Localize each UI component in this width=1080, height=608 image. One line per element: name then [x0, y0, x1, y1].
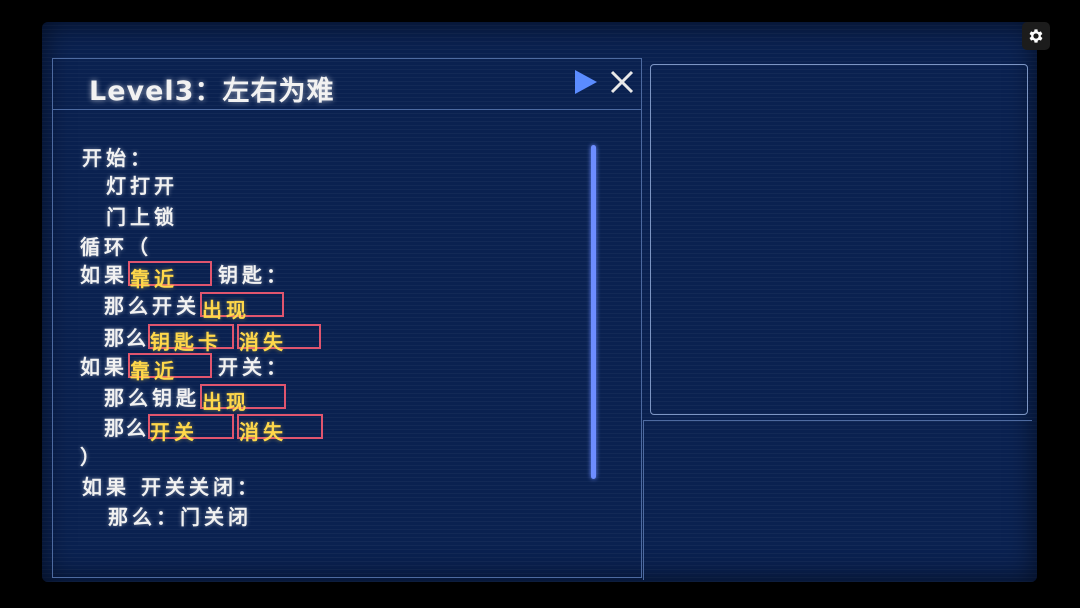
code-line-switch-disappear: 那么 开关 消失 [104, 413, 323, 444]
code-text: ） [80, 444, 104, 469]
code-slot[interactable]: 消失 [237, 323, 321, 354]
code-slot[interactable]: 靠近 [128, 352, 212, 383]
game-preview-panel [650, 64, 1028, 415]
settings-button[interactable] [1022, 22, 1050, 50]
code-scrollbar[interactable] [591, 145, 596, 479]
code-line-loop-open: 循环（ [80, 232, 152, 259]
code-line-light-on: 灯打开 [106, 171, 178, 198]
code-text: 那么 [104, 415, 148, 440]
code-line-if-switch-off: 如果 开关关闭： [82, 472, 261, 499]
code-line-switch-appear: 那么开关 出现 [104, 291, 284, 322]
code-text: 那么开关 [104, 293, 200, 318]
code-slot[interactable]: 钥匙卡 [148, 323, 234, 354]
code-text: 那么：门关闭 [108, 504, 252, 529]
code-line-door-close: 那么：门关闭 [108, 502, 252, 529]
code-line-if-near-key: 如果 靠近 钥匙： [80, 260, 290, 291]
code-slot[interactable]: 消失 [237, 413, 323, 444]
code-text: 那么钥匙 [104, 385, 200, 410]
code-text: 如果 [80, 354, 128, 379]
code-line-loop-close: ） [80, 442, 104, 469]
gear-icon [1029, 29, 1043, 43]
code-text: 循环（ [80, 234, 152, 259]
code-text: 开始： [82, 145, 154, 170]
code-line-start: 开始： [82, 143, 154, 170]
code-text: 如果 [80, 262, 128, 287]
output-panel [643, 420, 1032, 580]
level-title: Level3：左右为难 [89, 76, 335, 107]
close-icon[interactable] [609, 69, 635, 95]
play-icon[interactable] [573, 69, 599, 95]
code-text: 钥匙： [218, 262, 290, 287]
code-slot[interactable]: 靠近 [128, 260, 212, 291]
code-slot[interactable]: 开关 [148, 413, 234, 444]
code-line-door-lock: 门上锁 [106, 202, 178, 229]
code-text: 那么 [104, 325, 148, 350]
code-text: 门上锁 [106, 204, 178, 229]
editor-title-bar: Level3：左右为难 [53, 59, 641, 110]
code-slot[interactable]: 出现 [200, 383, 286, 414]
code-text: 开关： [218, 354, 290, 379]
code-slot[interactable]: 出现 [200, 291, 284, 322]
code-line-key-appear: 那么钥匙 出现 [104, 383, 286, 414]
code-text: 灯打开 [106, 173, 178, 198]
code-line-if-near-switch: 如果 靠近 开关： [80, 352, 290, 383]
code-text: 如果 开关关闭： [82, 474, 261, 499]
code-line-keycard-disappear: 那么 钥匙卡 消失 [104, 323, 321, 354]
